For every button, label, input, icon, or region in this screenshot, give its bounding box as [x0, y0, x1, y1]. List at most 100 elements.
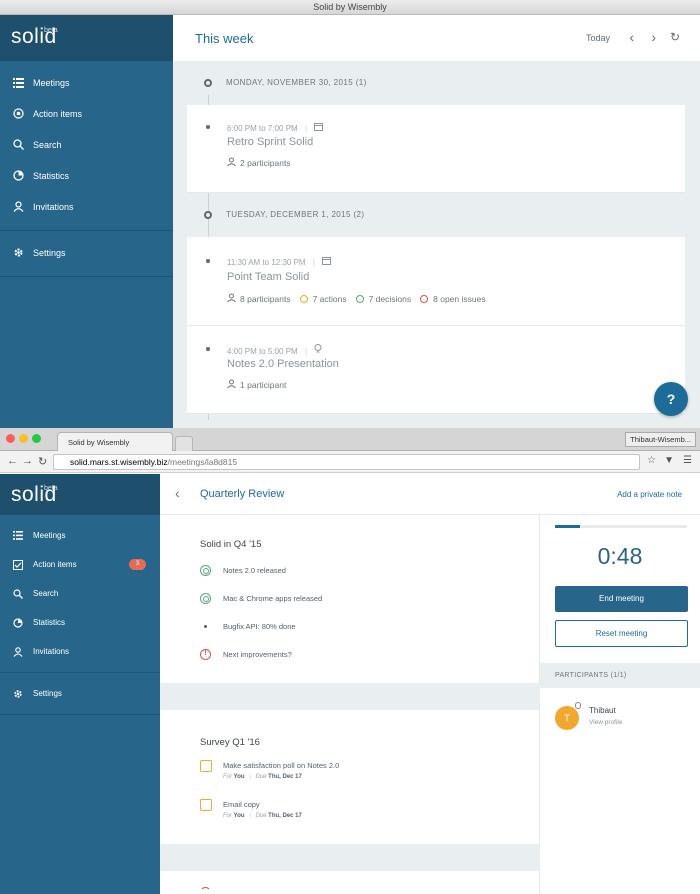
sidebar-item-invitations[interactable]: Invitations — [0, 637, 160, 666]
meeting-progress-bar — [555, 525, 687, 528]
decision-icon — [200, 593, 211, 604]
page-title: Quarterly Review — [200, 488, 285, 500]
sidebar-item-action-items[interactable]: Action items — [0, 98, 173, 129]
issue-icon — [420, 294, 429, 303]
list-icon — [12, 77, 24, 89]
list-item[interactable]: Notes 2.0 released — [200, 565, 286, 576]
sidebar-item-search[interactable]: Search — [0, 579, 160, 608]
participant-name: Thibaut — [589, 706, 616, 715]
meeting-timer: 0:48 — [597, 543, 643, 569]
day-label: TUESDAY, DECEMBER 1, 2015 — [226, 210, 351, 219]
list-item[interactable]: Bugfix API: 80% done — [200, 621, 296, 632]
url-input[interactable]: solid.mars.st.wisembly.biz/meetings/la8d… — [53, 454, 640, 470]
warning-icon: ! — [200, 649, 211, 660]
tab-title: Solid by Wisembly — [68, 438, 130, 447]
close-window-button[interactable] — [6, 434, 15, 443]
meeting-title[interactable]: Retro Sprint Solid — [227, 136, 313, 148]
star-icon[interactable]: ☆ — [647, 455, 656, 466]
user-icon — [227, 293, 236, 304]
profile-button[interactable]: Thibaut-Wisemb... — [625, 432, 696, 447]
search-icon — [12, 139, 24, 151]
logo[interactable]: solid beta — [0, 15, 173, 61]
warning-icon — [200, 887, 211, 894]
sidebar: solid beta Meetings Action items 3 Searc… — [0, 474, 160, 894]
timeline-bullet — [206, 347, 210, 351]
gear-icon — [12, 688, 24, 700]
sidebar-item-label: Invitations — [33, 201, 74, 212]
sidebar-item-statistics[interactable]: Statistics — [0, 608, 160, 637]
sidebar-item-meetings[interactable]: Meetings — [0, 521, 160, 550]
reload-icon[interactable]: ↻ — [38, 455, 47, 468]
section-separator — [160, 683, 540, 710]
back-icon[interactable]: ← — [7, 455, 18, 467]
participants-count: 2 participants — [240, 157, 291, 168]
meeting-time: 4:00 PM to 5:00 PM | — [227, 344, 322, 356]
list-item[interactable]: Mac & Chrome apps released — [200, 593, 322, 604]
sidebar-item-settings[interactable]: Settings — [0, 679, 160, 708]
chevron-right-icon[interactable]: › — [651, 29, 656, 45]
browser-tab[interactable]: Solid by Wisembly — [57, 432, 173, 451]
sidebar: solid beta Meetings Action items Search … — [0, 15, 173, 428]
todo-checkbox[interactable] — [200, 799, 212, 811]
todo-label[interactable]: Make satisfaction poll on Notes 2.0 — [223, 761, 339, 770]
meeting-meta: 2 participants — [227, 157, 300, 168]
sidebar-item-label: Settings — [33, 689, 62, 698]
action-icon — [299, 294, 308, 303]
sidebar-item-search[interactable]: Search — [0, 129, 173, 160]
meeting-time: 11:30 AM to 12:30 PM | — [227, 256, 332, 267]
meeting-panel: 0:48 End meeting Reset meeting PARTICIPA… — [540, 515, 700, 894]
sidebar-item-action-items[interactable]: Action items 3 — [0, 550, 160, 579]
meeting-card[interactable]: 11:30 AM to 12:30 PM | Point Team Solid … — [187, 237, 685, 326]
url-path: /meetings/la8d815 — [167, 457, 238, 467]
list-item[interactable]: ! Next improvements? — [200, 649, 292, 660]
window-titlebar: Solid by Wisembly — [0, 0, 700, 15]
help-button[interactable]: ? — [654, 382, 688, 416]
header: ‹ Quarterly Review Add a private note — [160, 474, 700, 515]
chevron-left-icon[interactable]: ‹ — [629, 29, 634, 45]
timeline-bullet — [206, 125, 210, 129]
section-separator — [160, 844, 540, 871]
todo-checkbox[interactable] — [200, 760, 212, 772]
meeting-card[interactable]: 4:00 PM to 5:00 PM | Notes 2.0 Presentat… — [187, 326, 685, 414]
reset-meeting-button[interactable]: Reset meeting — [555, 620, 688, 647]
maximize-window-button[interactable] — [32, 434, 41, 443]
back-chevron-icon[interactable]: ‹ — [175, 485, 180, 501]
new-tab-button[interactable] — [175, 436, 193, 451]
avatar[interactable]: T — [555, 706, 579, 730]
meeting-meta: 1 participant — [227, 379, 295, 390]
end-meeting-button[interactable]: End meeting — [555, 586, 688, 612]
sidebar-item-label: Action items — [33, 560, 77, 569]
address-bar: ← → ↻ solid.mars.st.wisembly.biz/meeting… — [0, 451, 700, 473]
sidebar-item-meetings[interactable]: Meetings — [0, 67, 173, 98]
search-icon — [12, 588, 24, 600]
decision-icon — [200, 565, 211, 576]
lightbulb-icon — [314, 344, 322, 356]
meeting-title[interactable]: Point Team Solid — [227, 271, 309, 283]
decisions-count: 7 decisions — [368, 293, 412, 304]
decision-icon — [355, 294, 364, 303]
add-note-link[interactable]: Add a private note — [617, 490, 682, 499]
forward-icon[interactable]: → — [22, 455, 33, 467]
day-header: TUESDAY, DECEMBER 1, 2015 (2) — [173, 193, 700, 237]
participants-header: PARTICIPANTS (1/1) — [540, 663, 700, 688]
todo-label[interactable]: Email copy — [223, 800, 260, 809]
meeting-card[interactable]: 6:00 PM to 7:00 PM | Retro Sprint Solid … — [187, 105, 685, 193]
logo[interactable]: solid beta — [0, 474, 160, 515]
day-count: (2) — [353, 210, 365, 219]
sidebar-item-statistics[interactable]: Statistics — [0, 160, 173, 191]
sidebar-item-label: Search — [33, 589, 59, 598]
sidebar-item-settings[interactable]: Settings — [0, 237, 173, 268]
divider — [0, 276, 173, 277]
refresh-icon[interactable]: ↻ — [670, 30, 680, 44]
participants-count: 1 participant — [240, 379, 287, 390]
view-profile-link[interactable]: View profile — [589, 719, 622, 726]
meeting-title[interactable]: Notes 2.0 Presentation — [227, 358, 339, 370]
minimize-window-button[interactable] — [19, 434, 28, 443]
pie-chart-icon — [12, 617, 24, 629]
divider — [0, 714, 160, 715]
timeline-dot — [204, 211, 212, 219]
sidebar-item-invitations[interactable]: Invitations — [0, 191, 173, 222]
pocket-icon[interactable]: ▼ — [664, 455, 674, 466]
today-button[interactable]: Today — [586, 33, 610, 43]
menu-icon[interactable]: ☰ — [683, 455, 692, 466]
